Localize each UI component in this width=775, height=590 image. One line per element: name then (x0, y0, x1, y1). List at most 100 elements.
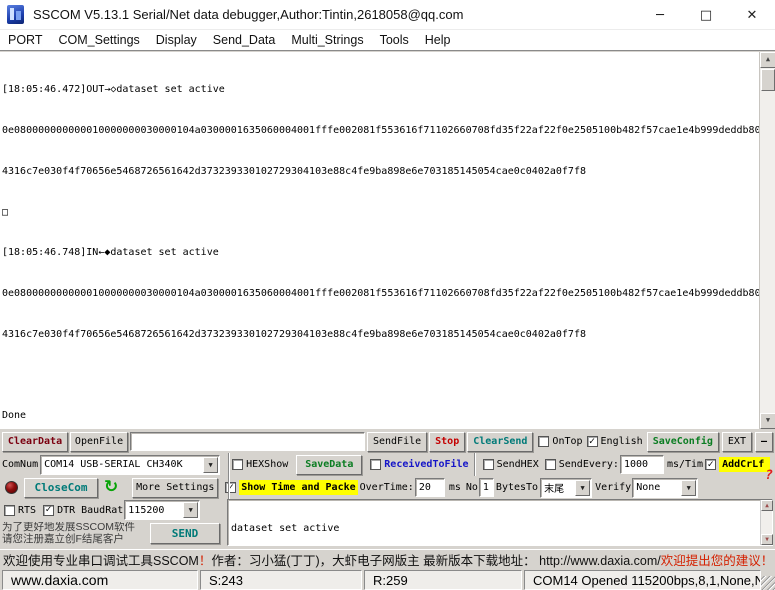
status-sent-count: S:243 (200, 570, 362, 590)
refresh-ports-icon[interactable]: ↻ (104, 479, 118, 496)
com-status-led (5, 481, 18, 494)
scroll-down-icon[interactable]: ▼ (761, 534, 773, 545)
menu-port[interactable]: PORT (0, 31, 51, 49)
english-label: English (601, 436, 643, 447)
chevron-down-icon[interactable]: ▼ (183, 502, 198, 518)
save-config-button[interactable]: SaveConfig (647, 432, 719, 452)
menu-display[interactable]: Display (148, 31, 205, 49)
chevron-down-icon[interactable]: ▼ (681, 480, 696, 496)
com-port-value: COM14 USB-SERIAL CH340K (44, 459, 201, 470)
file-path-input[interactable] (130, 432, 365, 451)
menu-multi-strings[interactable]: Multi_Strings (283, 31, 371, 49)
dtr-checkbox[interactable]: DTR (43, 505, 75, 516)
overtime-label: OverTime: (360, 482, 414, 493)
minimize-icon[interactable]: ─ (637, 0, 683, 30)
port-config-panel: RTS DTR BaudRat 115200 ▼ 为了更好地发展SSCOM软件 … (0, 499, 227, 546)
clear-send-button[interactable]: ClearSend (467, 432, 533, 452)
checkbox-box (705, 459, 716, 470)
send-button[interactable]: SEND (150, 523, 220, 544)
hint-bar: 欢迎使用专业串口调试工具SSCOM ！ 作者：习小猛(丁丁)，大虾电子网版主 最… (0, 549, 775, 568)
send-line: dataset set active (231, 523, 759, 534)
checkbox-box (483, 459, 494, 470)
send-interval-input[interactable] (620, 455, 664, 474)
english-checkbox[interactable]: English (587, 436, 643, 447)
bytes-to-label: BytesTo (496, 482, 538, 493)
chevron-down-icon[interactable]: ▼ (575, 480, 590, 496)
hexshow-checkbox[interactable]: HEXShow (232, 459, 288, 470)
close-com-button[interactable]: CloseCom (24, 478, 98, 498)
checkbox-box (232, 459, 243, 470)
collapse-button[interactable]: — (755, 432, 773, 452)
open-file-button[interactable]: OpenFile (70, 432, 128, 452)
received-to-file-checkbox[interactable]: ReceivedToFile (370, 459, 468, 470)
status-port-state: COM14 Opened 115200bps,8,1,None,None (524, 570, 761, 590)
cut-mode-select[interactable]: 末尾 ▼ (540, 478, 592, 498)
ontop-label: OnTop (552, 436, 582, 447)
baudrate-select[interactable]: 115200 ▼ (124, 500, 200, 520)
rts-checkbox[interactable]: RTS (4, 505, 36, 516)
ontop-checkbox[interactable]: OnTop (538, 436, 582, 447)
scroll-up-icon[interactable]: ▲ (760, 52, 775, 68)
menu-bar: PORT COM_Settings Display Send_Data Mult… (0, 30, 775, 51)
terminal-line: 0e080000000000010000000030000104a0300001… (2, 124, 759, 138)
hint-text: 欢迎使用专业串口调试工具SSCOM (3, 550, 199, 569)
resize-grip[interactable] (761, 576, 775, 590)
title-bar: SSCOM V5.13.1 Serial/Net data debugger,A… (0, 0, 775, 30)
terminal-line: 4316c7e030f4f70656e5468726561642d3732393… (2, 165, 759, 179)
received-to-file-label: ReceivedToFile (384, 459, 468, 470)
send-text-area[interactable]: dataset set active 0e0800000000000100000… (227, 499, 773, 546)
baudrate-value: 115200 (128, 505, 181, 516)
ext-button[interactable]: EXT (722, 432, 752, 452)
sscom-window: SSCOM V5.13.1 Serial/Net data debugger,A… (0, 0, 775, 590)
show-time-packet-label: Show Time and Packe (239, 480, 357, 495)
menu-com-settings[interactable]: COM_Settings (51, 31, 148, 49)
overtime-input[interactable] (415, 478, 445, 497)
verify-label: Verify (595, 482, 631, 493)
bytes-count-input[interactable] (479, 478, 494, 497)
panel-divider (474, 453, 476, 476)
promo-text: 为了更好地发展SSCOM软件 请您注册嘉立创F结尾客户 (2, 522, 148, 545)
menu-help[interactable]: Help (417, 31, 459, 49)
terminal-line: Done (2, 409, 759, 423)
send-every-checkbox[interactable]: SendEvery: (545, 459, 619, 470)
receive-scrollbar[interactable]: ▲ ▼ (759, 52, 775, 429)
app-icon (7, 5, 24, 24)
checkbox-box (225, 482, 236, 493)
dtr-label: DTR (57, 505, 75, 516)
maximize-icon[interactable]: □ (683, 0, 729, 30)
hint-suggestion: 欢迎提出您的建议！ (661, 550, 774, 569)
send-file-button[interactable]: SendFile (367, 432, 427, 452)
add-crlf-checkbox[interactable]: AddCrLf (705, 457, 770, 472)
chevron-down-icon[interactable]: ▼ (203, 457, 218, 473)
receive-area[interactable]: [18:05:46.472]OUT→◇dataset set active 0e… (0, 52, 775, 429)
menu-tools[interactable]: Tools (372, 31, 417, 49)
close-icon[interactable]: ✕ (729, 0, 775, 30)
more-settings-button[interactable]: More Settings (132, 478, 218, 498)
no-label: No (466, 482, 478, 493)
com-port-select[interactable]: COM14 USB-SERIAL CH340K ▼ (40, 455, 220, 475)
terminal-line: 4316c7e030f4f70656e5468726561642d3732393… (2, 328, 759, 342)
window-controls: ─ □ ✕ (637, 0, 775, 30)
scrollbar-thumb[interactable] (761, 69, 775, 91)
cut-mode-value: 末尾 (544, 480, 573, 495)
scroll-down-icon[interactable]: ▼ (760, 413, 775, 429)
save-data-button[interactable]: SaveData (296, 455, 362, 475)
menu-send-data[interactable]: Send_Data (205, 31, 284, 49)
show-time-packet-checkbox[interactable]: Show Time and Packe (225, 480, 357, 495)
verify-select[interactable]: None ▼ (632, 478, 698, 498)
send-scrollbar[interactable]: ▲ ▼ (760, 500, 772, 545)
help-icon[interactable]: ? (765, 468, 773, 483)
verify-value: None (636, 482, 679, 493)
add-crlf-label: AddCrLf (719, 457, 770, 472)
clear-data-button[interactable]: ClearData (2, 432, 68, 452)
send-hex-checkbox[interactable]: SendHEX (483, 459, 539, 470)
rts-label: RTS (18, 505, 36, 516)
scroll-up-icon[interactable]: ▲ (761, 500, 773, 511)
checkbox-box (370, 459, 381, 470)
checkbox-box (43, 505, 54, 516)
control-panel: ClearData OpenFile SendFile Stop ClearSe… (0, 429, 775, 546)
stop-button[interactable]: Stop (429, 432, 465, 452)
send-hex-label: SendHEX (497, 459, 539, 470)
hint-mark: ！ (199, 550, 212, 569)
comnum-label: ComNum (2, 459, 38, 470)
